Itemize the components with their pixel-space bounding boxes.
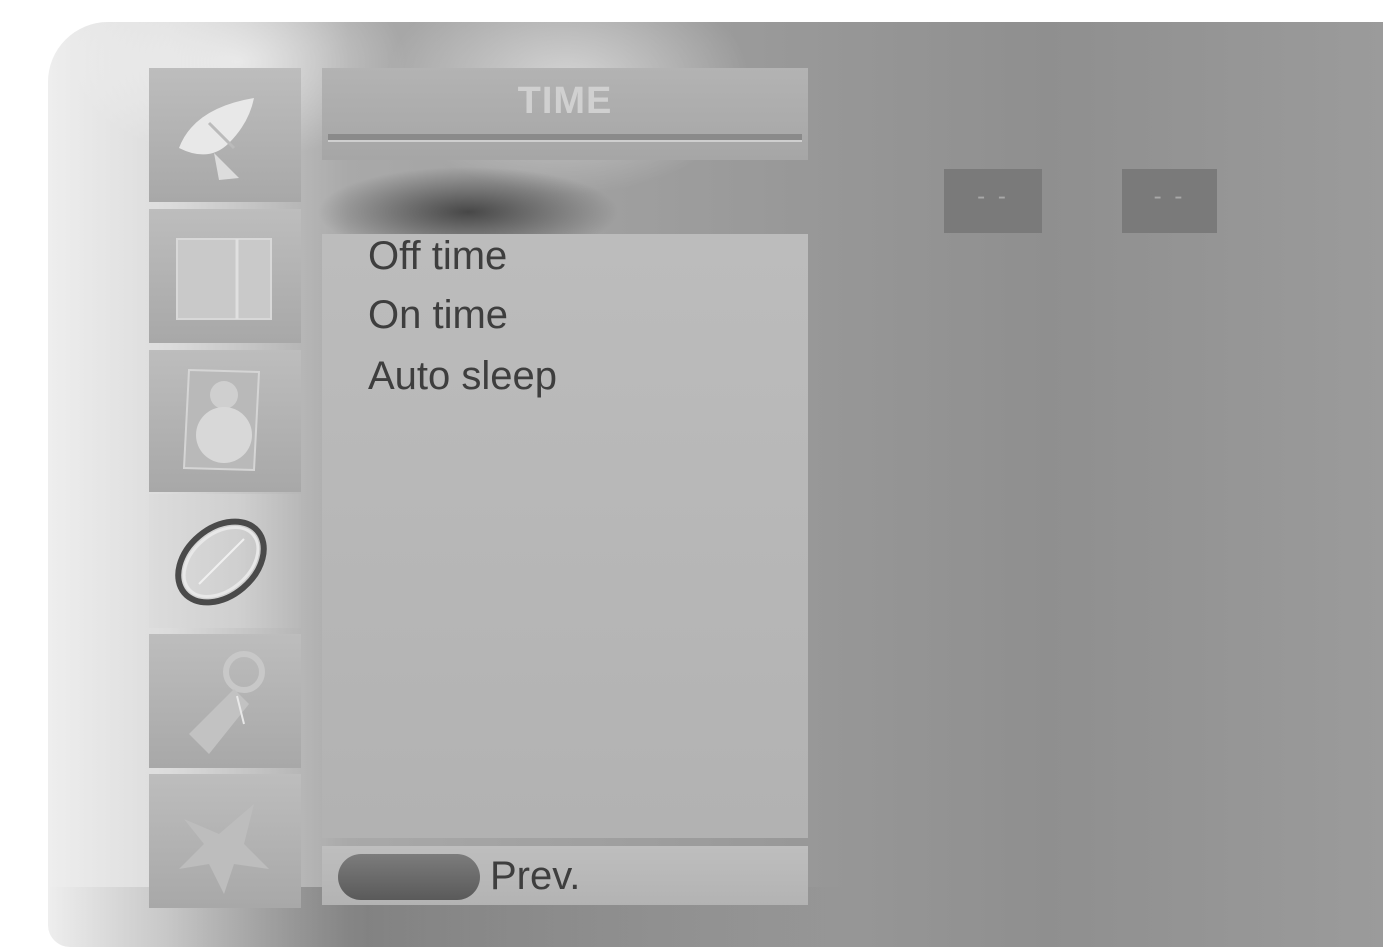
menu-item-auto-sleep[interactable]: Auto sleep bbox=[368, 354, 557, 399]
speaker-icon bbox=[182, 368, 261, 472]
prev-label: Prev. bbox=[490, 854, 581, 898]
key-icon bbox=[189, 651, 265, 754]
clock-icon bbox=[175, 518, 267, 606]
menu-item-on-time[interactable]: On time bbox=[368, 293, 508, 338]
picture-icon bbox=[176, 238, 272, 320]
menu-list: Off time On time Auto sleep bbox=[322, 234, 808, 838]
prev-button-key[interactable] bbox=[338, 854, 480, 900]
sidebar-item-setup[interactable] bbox=[149, 774, 301, 908]
sidebar-item-station[interactable] bbox=[149, 68, 301, 202]
sidebar-item-picture[interactable] bbox=[149, 209, 301, 343]
satellite-dish-icon bbox=[179, 98, 254, 180]
sidebar-item-sound[interactable] bbox=[149, 350, 301, 492]
minute-value[interactable]: - - bbox=[1122, 169, 1217, 233]
osd-menu: TIME Off time On time Auto sleep Prev. -… bbox=[48, 22, 1383, 947]
menu-header: TIME bbox=[322, 68, 808, 160]
hour-value[interactable]: - - bbox=[944, 169, 1042, 233]
menu-footer: Prev. bbox=[322, 846, 808, 905]
header-divider bbox=[328, 134, 802, 142]
sidebar-item-option[interactable] bbox=[149, 634, 301, 768]
sidebar-item-time[interactable] bbox=[149, 494, 301, 628]
menu-item-off-time[interactable]: Off time bbox=[368, 234, 507, 279]
tools-icon bbox=[179, 804, 269, 894]
page-title: TIME bbox=[517, 80, 613, 122]
